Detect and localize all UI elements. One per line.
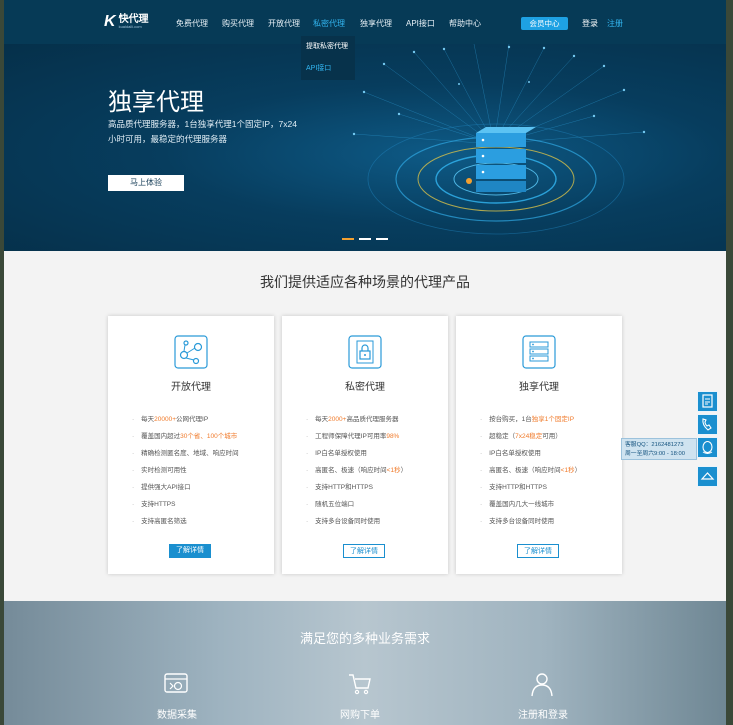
network-nodes-icon: [174, 335, 208, 369]
business-label-shopping: 网购下单: [340, 710, 380, 721]
data-collect-icon: [164, 673, 188, 693]
server-illustration: [352, 44, 646, 235]
hero-banner: 独享代理 高品质代理服务器，1台独享代理1个固定IP，7x24小时可用，最稳定的…: [4, 44, 726, 251]
qq-number: 客服QQ：2162481273: [625, 442, 684, 448]
feature-item: 支持多台设备同时使用: [306, 517, 407, 534]
feature-item: 精确检测匿名度、地域、响应时间: [132, 449, 239, 466]
nav-dedicated-proxy[interactable]: 独享代理: [360, 18, 392, 29]
feature-item: 支持高匿名筛选: [132, 517, 239, 534]
card-title: 私密代理: [345, 382, 385, 393]
nav-private-proxy[interactable]: 私密代理: [313, 18, 345, 29]
nav-free-proxy[interactable]: 免费代理: [176, 18, 208, 29]
phone-icon: [702, 418, 712, 431]
feature-item: IP白名单授权使用: [480, 449, 581, 466]
member-center-button[interactable]: 会员中心: [521, 17, 568, 30]
business-label-data-collect: 数据采集: [157, 710, 197, 721]
back-to-top-button[interactable]: [697, 466, 718, 487]
server-stack-icon: [522, 335, 556, 369]
feature-item: IP白名单授权使用: [306, 449, 407, 466]
feature-item: 覆盖国内超过30个省、100个城市: [132, 432, 239, 449]
carousel-dot-1[interactable]: [342, 238, 354, 240]
business-needs-section: 满足您的多种业务需求 数据采集 网购下单 注册和登录: [4, 601, 726, 725]
product-card-dedicated: 独享代理 按台购买，1台独享1个固定IP 超稳定（7x24稳定可用） IP白名单…: [456, 316, 622, 574]
carousel-indicators: [342, 238, 388, 240]
product-card-private: 私密代理 每天2000+高品质代理服务器 工程师保障代理IP可用率98% IP白…: [282, 316, 448, 574]
feature-item: 支持HTTPS: [132, 500, 239, 517]
business-section-title: 满足您的多种业务需求: [299, 631, 430, 646]
qq-icon: [702, 440, 713, 454]
feature-item: 实时检测可用性: [132, 466, 239, 483]
banner-title: 独享代理: [108, 89, 204, 116]
feature-item: 高匿名、极速（响应时间<1秒）: [306, 466, 407, 483]
card-title: 独享代理: [519, 382, 559, 393]
nav-help-center[interactable]: 帮助中心: [449, 18, 481, 29]
browser-page: K 快代理 kuaidaili.com 免费代理 购买代理 开放代理 私密代理 …: [4, 0, 726, 725]
nav-open-proxy[interactable]: 开放代理: [268, 18, 300, 29]
feature-item: 按台购买，1台独享1个固定IP: [480, 415, 581, 432]
dropdown-item-extract[interactable]: 提取私密代理: [301, 36, 355, 58]
card-title: 开放代理: [171, 382, 211, 393]
feature-item: 每天2000+高品质代理服务器: [306, 415, 407, 432]
login-link[interactable]: 登录: [582, 18, 598, 29]
logo-k-icon: K: [104, 13, 116, 30]
lock-doc-icon: [348, 335, 382, 369]
feature-item: 高匿名、极速（响应时间<1秒）: [480, 466, 581, 483]
qq-tooltip: 客服QQ：2162481273 周一至周六9:00 - 18:00: [621, 438, 697, 460]
private-proxy-dropdown: 提取私密代理 API接口: [301, 36, 355, 80]
side-doc-button[interactable]: [697, 391, 718, 412]
service-hours: 周一至周六9:00 - 18:00: [625, 450, 685, 457]
try-now-button[interactable]: 马上体验: [108, 175, 184, 191]
learn-more-button[interactable]: 了解详情: [343, 544, 385, 558]
user-icon: [531, 673, 553, 697]
feature-item: 超稳定（7x24稳定可用）: [480, 432, 581, 449]
learn-more-button[interactable]: 了解详情: [169, 544, 211, 558]
arrow-up-icon: [700, 472, 715, 480]
logo[interactable]: K 快代理 kuaidaili.com: [104, 13, 149, 31]
feature-list: 按台购买，1台独享1个固定IP 超稳定（7x24稳定可用） IP白名单授权使用 …: [480, 415, 581, 534]
carousel-dot-2[interactable]: [359, 238, 371, 240]
logo-subtext: kuaidaili.com: [118, 24, 142, 29]
product-card-open: 开放代理 每天20000+公网代理IP 覆盖国内超过30个省、100个城市 精确…: [108, 316, 274, 574]
products-section-title: 我们提供适应各种场景的代理产品: [260, 274, 470, 290]
top-nav-bar: K 快代理 kuaidaili.com 免费代理 购买代理 开放代理 私密代理 …: [4, 0, 726, 44]
feature-item: 支持HTTP和HTTPS: [306, 483, 407, 500]
side-phone-button[interactable]: [697, 414, 718, 435]
feature-item: 每天20000+公网代理IP: [132, 415, 239, 432]
document-icon: [702, 394, 713, 408]
nav-api[interactable]: API接口: [406, 18, 435, 29]
learn-more-button[interactable]: 了解详情: [517, 544, 559, 558]
business-label-register-login: 注册和登录: [518, 710, 568, 721]
feature-list: 每天2000+高品质代理服务器 工程师保障代理IP可用率98% IP白名单授权使…: [306, 415, 407, 534]
carousel-dot-3[interactable]: [376, 238, 388, 240]
side-qq-button[interactable]: [697, 437, 718, 458]
dropdown-item-api[interactable]: API接口: [301, 58, 355, 80]
nav-buy-proxy[interactable]: 购买代理: [222, 18, 254, 29]
feature-item: 支持HTTP和HTTPS: [480, 483, 581, 500]
page-background-right: [726, 0, 733, 725]
cart-icon: [349, 674, 371, 695]
feature-item: 提供强大API接口: [132, 483, 239, 500]
banner-subtitle: 高品质代理服务器，1台独享代理1个固定IP，7x24小时可用，最稳定的代理服务器: [108, 119, 297, 144]
feature-item: 工程师保障代理IP可用率98%: [306, 432, 407, 449]
feature-list: 每天20000+公网代理IP 覆盖国内超过30个省、100个城市 精确检测匿名度…: [132, 415, 239, 534]
feature-item: 随机五位端口: [306, 500, 407, 517]
feature-item: 支持多台设备同时使用: [480, 517, 581, 534]
feature-item: 覆盖国内几大一线城市: [480, 500, 581, 517]
register-link[interactable]: 注册: [607, 18, 623, 29]
